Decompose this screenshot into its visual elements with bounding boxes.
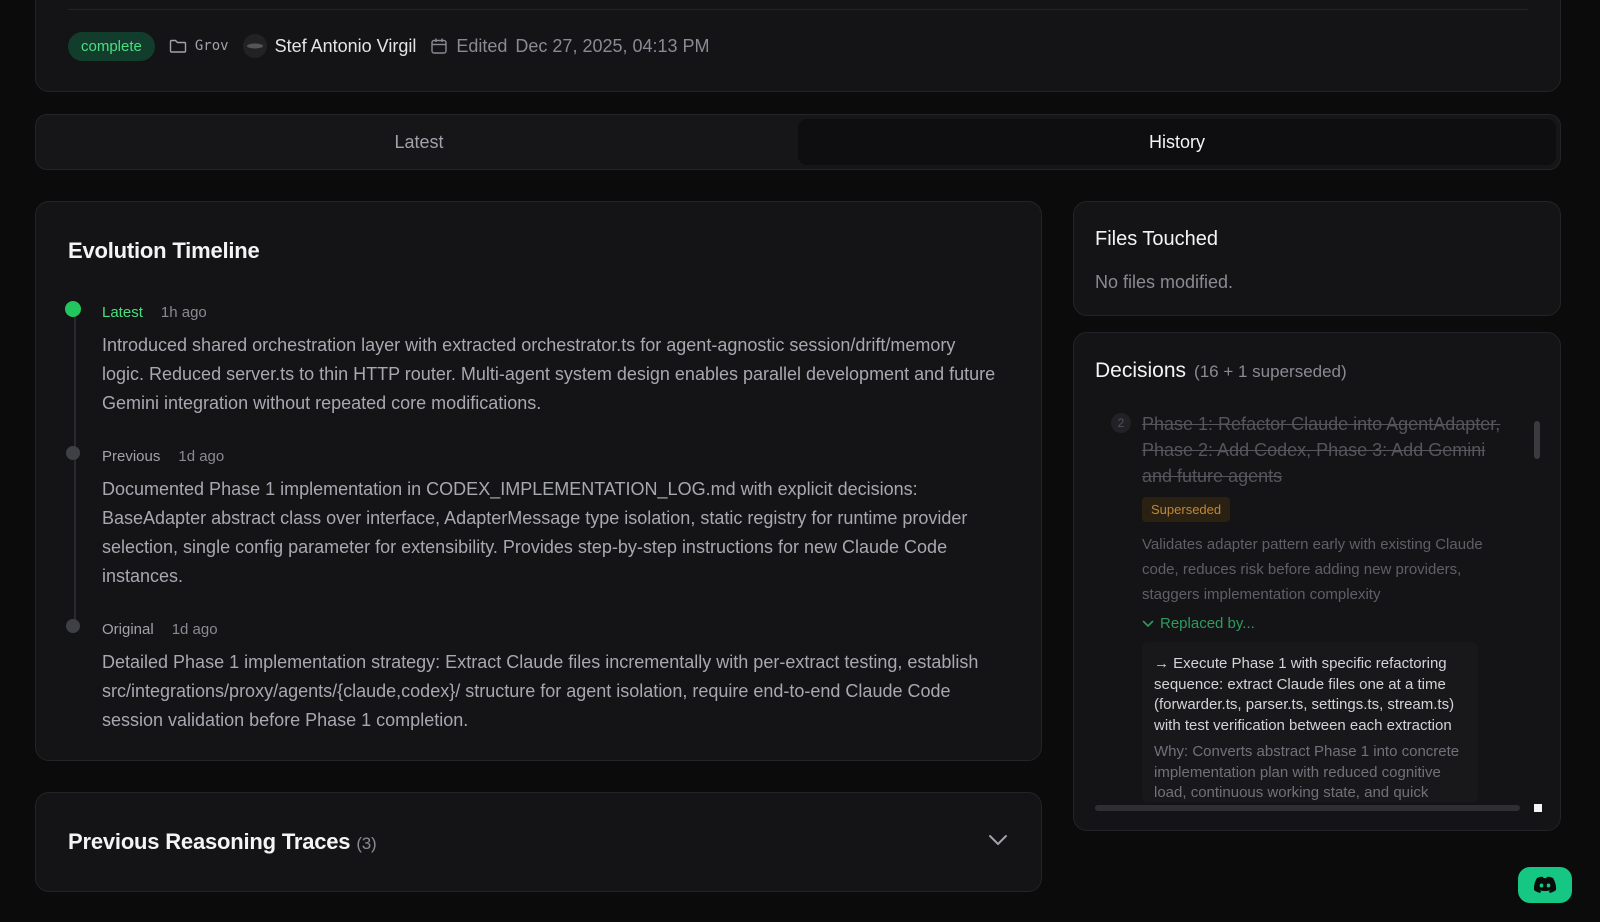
- superseded-badge: Superseded: [1142, 497, 1231, 522]
- status-badge: complete: [68, 31, 155, 61]
- discord-button[interactable]: [1518, 867, 1572, 903]
- calendar-icon: [431, 38, 448, 54]
- timeline-dot: [66, 619, 80, 633]
- entry-text: Introduced shared orchestration layer wi…: [102, 335, 996, 413]
- entry-label: Latest: [102, 303, 143, 321]
- traces-title: Previous Reasoning Traces (3): [68, 829, 377, 855]
- decisions-title-text: Decisions: [1095, 359, 1187, 382]
- entry-time: 1d ago: [178, 447, 225, 465]
- replacement-decision: → Execute Phase 1 with specific refactor…: [1142, 642, 1478, 802]
- entry-time: 1h ago: [160, 303, 207, 321]
- timeline-dot: [66, 446, 80, 460]
- edited-date: Dec 27, 2025, 04:13 PM: [515, 35, 710, 56]
- author-name: Stef Antonio Virgil: [274, 35, 417, 56]
- decisions-card: Decisions (16 + 1 superseded) 2 Phase 1: …: [1073, 332, 1561, 831]
- tab-history[interactable]: History: [798, 119, 1556, 165]
- header-divider: [68, 9, 1528, 10]
- entry-label: Previous: [102, 447, 161, 465]
- replaced-by-label: Replaced by...: [1160, 615, 1255, 632]
- decisions-title: Decisions (16 + 1 superseded): [1095, 359, 1347, 383]
- decision-number: 2: [1111, 413, 1131, 433]
- folder-name: Grov: [194, 38, 229, 54]
- decision-item: 2 Phase 1: Refactor Claude into AgentAda…: [1111, 411, 1512, 802]
- replaced-by-toggle[interactable]: Replaced by...: [1142, 615, 1512, 632]
- view-tabs: Latest History: [35, 114, 1561, 170]
- timeline-line: [74, 312, 76, 632]
- evolution-timeline-card: Evolution Timeline Latest 1h ago Introdu…: [35, 201, 1042, 761]
- entry-text: Documented Phase 1 implementation in COD…: [102, 479, 968, 586]
- replacement-title: → Execute Phase 1 with specific refactor…: [1154, 655, 1455, 734]
- discord-icon: [1533, 876, 1557, 893]
- entry-label: Original: [102, 620, 154, 638]
- edited-info: Edited Dec 27, 2025, 04:13 PM: [430, 35, 710, 57]
- chevron-down-icon: [1142, 620, 1154, 627]
- timeline-entry-original: Original 1d ago Detailed Phase 1 impleme…: [66, 619, 1002, 735]
- timeline-title: Evolution Timeline: [68, 238, 260, 263]
- horizontal-scrollbar[interactable]: [1095, 805, 1520, 811]
- timeline-dot: [65, 301, 81, 317]
- project-folder[interactable]: Grov: [169, 38, 229, 54]
- vertical-scrollbar[interactable]: [1534, 421, 1540, 459]
- decisions-count: (16 + 1 superseded): [1194, 362, 1347, 381]
- task-header-card: complete Grov Stef Antonio Virgil Edited…: [35, 0, 1561, 92]
- meta-row: complete Grov Stef Antonio Virgil Edited…: [68, 29, 710, 63]
- entry-text: Detailed Phase 1 implementation strategy…: [102, 652, 979, 730]
- timeline-entry-latest: Latest 1h ago Introduced shared orchestr…: [65, 301, 1002, 418]
- traces-count: (3): [356, 834, 377, 853]
- edited-label: Edited: [456, 35, 508, 56]
- traces-title-text: Previous Reasoning Traces: [68, 829, 351, 854]
- chevron-down-icon[interactable]: [987, 833, 1009, 847]
- avatar: [242, 34, 267, 58]
- scroll-corner: [1534, 804, 1542, 812]
- author-info: Stef Antonio Virgil: [242, 34, 417, 58]
- tab-latest[interactable]: Latest: [40, 119, 798, 165]
- previous-reasoning-traces[interactable]: Previous Reasoning Traces (3): [35, 792, 1042, 892]
- replacement-why: Why: Converts abstract Phase 1 into conc…: [1154, 743, 1460, 801]
- timeline-entry-previous: Previous 1d ago Documented Phase 1 imple…: [66, 446, 1002, 591]
- decision-title: Phase 1: Refactor Claude into AgentAdapt…: [1142, 414, 1501, 486]
- files-touched-card: Files Touched No files modified.: [1073, 201, 1561, 316]
- files-title: Files Touched: [1095, 228, 1219, 250]
- files-empty-message: No files modified.: [1095, 272, 1234, 292]
- decision-reason: Validates adapter pattern early with exi…: [1142, 536, 1483, 603]
- entry-time: 1d ago: [171, 620, 218, 638]
- folder-icon: [169, 39, 187, 53]
